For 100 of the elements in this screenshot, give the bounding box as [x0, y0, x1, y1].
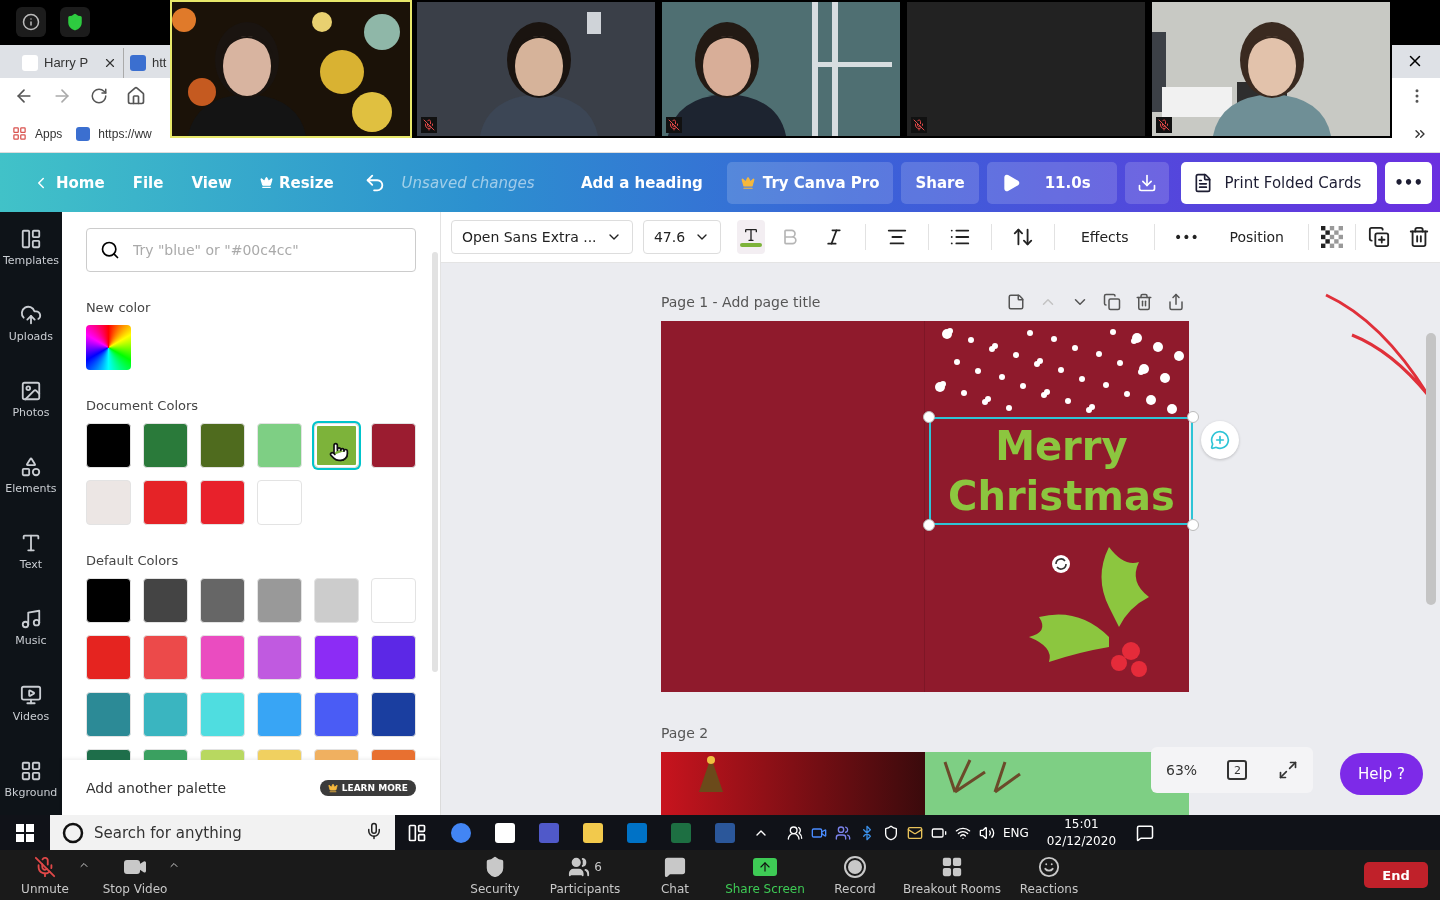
more-button[interactable]: ••• — [1167, 220, 1206, 255]
sidebar-item[interactable]: Videos — [12, 684, 50, 761]
sidebar-item[interactable]: Text — [19, 532, 43, 609]
try-pro-button[interactable]: Try Canva Pro — [726, 161, 894, 204]
meeting-control[interactable]: Breakout Rooms — [900, 854, 1004, 896]
page-title[interactable]: Page 1 - Add page title — [660, 294, 821, 311]
color-swatch[interactable] — [85, 692, 131, 738]
effects-button[interactable]: Effects — [1066, 220, 1143, 255]
taskbar-search-field[interactable]: Search for anything — [50, 815, 395, 851]
language-indicator[interactable]: ENG — [1003, 825, 1029, 840]
sidebar-item[interactable]: Photos — [12, 380, 50, 457]
app-icon[interactable] — [493, 820, 517, 845]
sidebar-item[interactable]: Elements — [5, 456, 57, 533]
sidebar-item[interactable]: Templates — [2, 228, 59, 305]
learn-more-badge[interactable]: LEARN MORE — [319, 779, 416, 796]
video-tile[interactable] — [905, 0, 1147, 138]
shield-icon[interactable] — [883, 824, 899, 841]
meeting-control[interactable]: Record — [810, 854, 900, 896]
play-button[interactable]: 11.0s — [986, 161, 1117, 204]
meeting-control[interactable]: Share Screen — [720, 854, 810, 896]
meeting-control[interactable]: 6 Participants — [540, 854, 630, 896]
browser-tab[interactable]: Harry P — [16, 47, 124, 78]
font-dropdown[interactable]: Open Sans Extra ... — [450, 220, 633, 255]
app-icon[interactable] — [581, 820, 605, 845]
color-swatch[interactable] — [199, 692, 245, 738]
info-icon[interactable] — [22, 13, 40, 32]
reload-icon[interactable] — [90, 87, 108, 106]
note-icon[interactable] — [1006, 293, 1025, 312]
share-button[interactable]: Share — [901, 161, 979, 204]
zoom-level[interactable]: 63% — [1166, 762, 1198, 779]
color-swatch[interactable] — [313, 578, 359, 624]
people-icon[interactable] — [835, 824, 851, 841]
home-icon[interactable] — [126, 86, 146, 107]
add-palette-label[interactable]: Add another palette — [85, 779, 227, 796]
color-swatch[interactable] — [142, 480, 188, 526]
color-swatch[interactable] — [370, 692, 416, 738]
color-swatch[interactable] — [142, 423, 188, 469]
print-button[interactable]: Print Folded Cards — [1180, 161, 1378, 204]
color-swatch[interactable] — [199, 635, 245, 681]
meeting-control[interactable]: Chat — [630, 854, 720, 896]
copy-icon[interactable] — [1102, 293, 1121, 312]
trash-icon[interactable] — [1134, 293, 1153, 312]
color-swatch[interactable] — [256, 423, 302, 469]
mail-icon[interactable] — [907, 824, 923, 841]
color-swatch[interactable] — [313, 692, 359, 738]
color-swatch[interactable] — [256, 480, 302, 526]
more-button[interactable]: ••• — [1385, 161, 1432, 204]
rotate-icon[interactable] — [1051, 554, 1072, 575]
resize-handle[interactable] — [1187, 519, 1200, 532]
duplicate-icon[interactable] — [1368, 226, 1390, 249]
fullscreen-icon[interactable] — [1277, 760, 1298, 781]
text-color-button[interactable] — [736, 220, 765, 255]
meeting-control[interactable]: Security — [450, 854, 540, 896]
color-swatch[interactable] — [199, 480, 245, 526]
notifications-icon[interactable] — [1136, 823, 1155, 842]
page-count[interactable]: 2 — [1227, 760, 1248, 781]
color-swatch[interactable] — [370, 423, 416, 469]
task-view-icon[interactable] — [407, 822, 427, 843]
color-swatch[interactable] — [199, 578, 245, 624]
meeting-control[interactable]: Stop Video — [90, 854, 180, 896]
color-swatch[interactable] — [85, 578, 131, 624]
bookmark-link[interactable]: Apps — [35, 126, 63, 141]
scrollbar[interactable] — [431, 252, 438, 673]
color-swatch[interactable] — [370, 635, 416, 681]
color-swatch[interactable] — [142, 578, 188, 624]
meeting-control[interactable]: Reactions — [1004, 854, 1094, 896]
resize-handle[interactable] — [923, 411, 936, 424]
color-swatch[interactable] — [313, 635, 359, 681]
meeting-control[interactable]: Unmute — [0, 854, 90, 896]
resize-handle[interactable] — [1187, 411, 1200, 424]
sidebar-item[interactable]: Music — [15, 608, 47, 685]
volume-icon[interactable] — [979, 824, 995, 841]
color-swatch[interactable] — [256, 635, 302, 681]
resize-handle[interactable] — [923, 519, 936, 532]
microphone-icon[interactable] — [365, 822, 383, 841]
trash-icon[interactable] — [1408, 226, 1430, 249]
color-swatch[interactable] — [142, 635, 188, 681]
color-swatch[interactable] — [256, 692, 302, 738]
sidebar-item[interactable]: Uploads — [8, 304, 54, 381]
transparency-icon[interactable] — [1321, 226, 1343, 249]
color-swatch[interactable] — [85, 480, 131, 526]
help-button[interactable]: Help ? — [1340, 753, 1423, 796]
people-icon[interactable] — [787, 824, 803, 841]
color-swatch[interactable] — [313, 423, 359, 469]
clock[interactable]: 15:01 02/12/2020 — [1046, 815, 1117, 850]
windows-icon[interactable] — [16, 823, 34, 842]
color-swatch[interactable] — [370, 578, 416, 624]
color-swatch[interactable] — [85, 635, 131, 681]
color-swatch[interactable] — [85, 423, 131, 469]
end-button[interactable]: End — [1364, 862, 1428, 889]
design-title[interactable]: Add a heading — [580, 173, 703, 192]
new-color-swatch[interactable] — [85, 325, 131, 371]
bookmark-link[interactable]: https://ww — [98, 126, 152, 141]
font-size-dropdown[interactable]: 47.6 — [642, 220, 721, 255]
position-button[interactable]: Position — [1217, 220, 1296, 255]
sidebar-item[interactable]: Bkground — [4, 760, 58, 816]
scrollbar[interactable] — [1426, 333, 1436, 606]
color-swatch[interactable] — [256, 578, 302, 624]
download-button[interactable] — [1124, 161, 1169, 204]
browser-tab[interactable]: htt — [124, 47, 173, 78]
